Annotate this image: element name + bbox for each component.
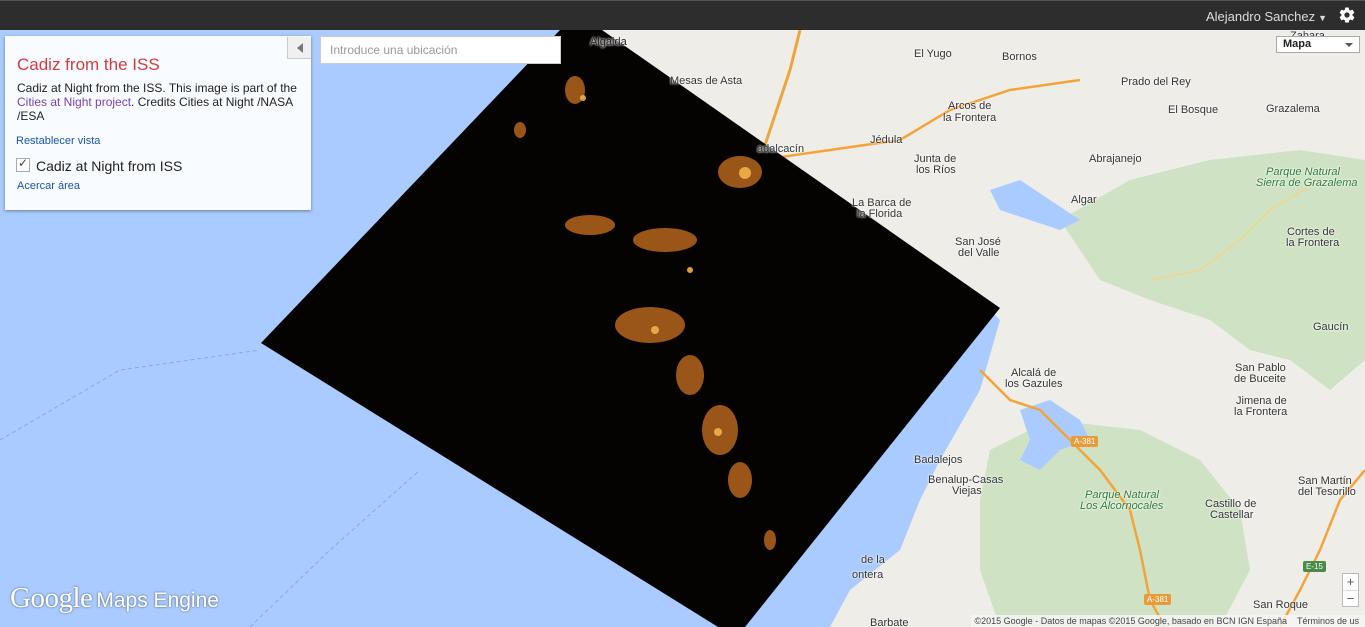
google-maps-engine-logo: Google Maps Engine	[10, 582, 219, 615]
place-label: Algaida	[590, 36, 627, 48]
place-label: de la	[861, 554, 885, 566]
place-label: Bornos	[1002, 51, 1037, 63]
road-badge: A-381	[1144, 594, 1172, 605]
reset-view-link[interactable]: Restablecer vista	[16, 135, 100, 147]
place-label: de Buceite	[1234, 373, 1286, 385]
place-label: El Bosque	[1168, 104, 1219, 116]
location-search-input[interactable]	[320, 36, 561, 64]
map-type-value: Mapa	[1283, 38, 1312, 50]
zoom-to-area-link[interactable]: Acercar área	[17, 180, 80, 192]
place-label: la Florida	[857, 208, 903, 220]
layer-checkbox[interactable]	[16, 156, 30, 172]
place-label: adalcacín	[757, 143, 805, 155]
zoom-out-button[interactable]: −	[1343, 591, 1358, 607]
road-badge: E-15	[1303, 561, 1326, 572]
zoom-control: + −	[1342, 573, 1359, 607]
place-label: del Tesorillo	[1298, 486, 1356, 498]
place-label: Jédula	[870, 134, 903, 146]
place-label: la Frontera	[943, 112, 997, 124]
place-label: El Yugo	[914, 48, 952, 60]
layer-toggle[interactable]: Cadiz at Night from ISS	[16, 156, 183, 174]
place-label: Mesas de Asta	[670, 75, 743, 87]
map-attribution: ©2015 Google - Datos de mapas ©2015 Goog…	[970, 615, 1365, 627]
panel-description: Cadiz at Night from the ISS. This image …	[17, 81, 297, 123]
chevron-down-icon	[1345, 43, 1353, 47]
place-label: Arcos de	[948, 100, 992, 112]
place-label: Los Alcornocales	[1080, 500, 1164, 512]
layer-panel: Cadiz from the ISS Cadiz at Night from t…	[5, 36, 311, 210]
place-label: Sierra de Grazalema	[1256, 177, 1358, 189]
place-label: Abrajanejo	[1089, 153, 1142, 165]
place-label: Badalejos	[914, 454, 963, 466]
place-label: Grazalema	[1266, 103, 1320, 115]
place-label: ontera	[852, 569, 884, 581]
place-label: Prado del Rey	[1121, 76, 1191, 88]
place-label: la Frontera	[1234, 406, 1288, 418]
layer-name: Cadiz at Night from ISS	[36, 158, 183, 174]
place-label: los Gazules	[1005, 378, 1063, 390]
collapse-panel-button[interactable]	[287, 37, 311, 59]
terms-link[interactable]: Términos de us	[1297, 616, 1359, 626]
place-label: Barbate	[870, 617, 909, 627]
cities-at-night-link[interactable]: Cities at Night project	[17, 95, 131, 109]
place-label: la Frontera	[1286, 237, 1340, 249]
panel-title: Cadiz from the ISS	[17, 55, 160, 74]
place-label: Gaucín	[1313, 321, 1349, 333]
place-label: Castellar	[1210, 509, 1254, 521]
place-label: los Ríos	[916, 164, 956, 176]
logo-product: Maps Engine	[96, 589, 219, 612]
gear-icon[interactable]	[1338, 6, 1356, 24]
copyright-text: ©2015 Google - Datos de mapas ©2015 Goog…	[974, 616, 1287, 626]
road-badge: A-381	[1071, 436, 1099, 447]
place-label: Algar	[1071, 194, 1097, 206]
logo-brand: Google	[10, 582, 93, 614]
place-label: del Valle	[958, 247, 1000, 259]
user-name: Alejandro Sanchez	[1205, 9, 1316, 24]
chevron-left-icon	[297, 43, 303, 53]
place-label: Viejas	[952, 485, 982, 497]
top-bar: Alejandro Sanchez ▼	[0, 0, 1365, 30]
zoom-in-button[interactable]: +	[1343, 574, 1358, 590]
description-text: Cadiz at Night from the ISS. This image …	[17, 81, 297, 95]
map-type-select[interactable]: Mapa	[1276, 36, 1360, 53]
place-label: San Roque	[1253, 599, 1309, 611]
chevron-down-icon: ▼	[1318, 13, 1327, 23]
user-menu[interactable]: Alejandro Sanchez ▼	[1206, 9, 1327, 24]
